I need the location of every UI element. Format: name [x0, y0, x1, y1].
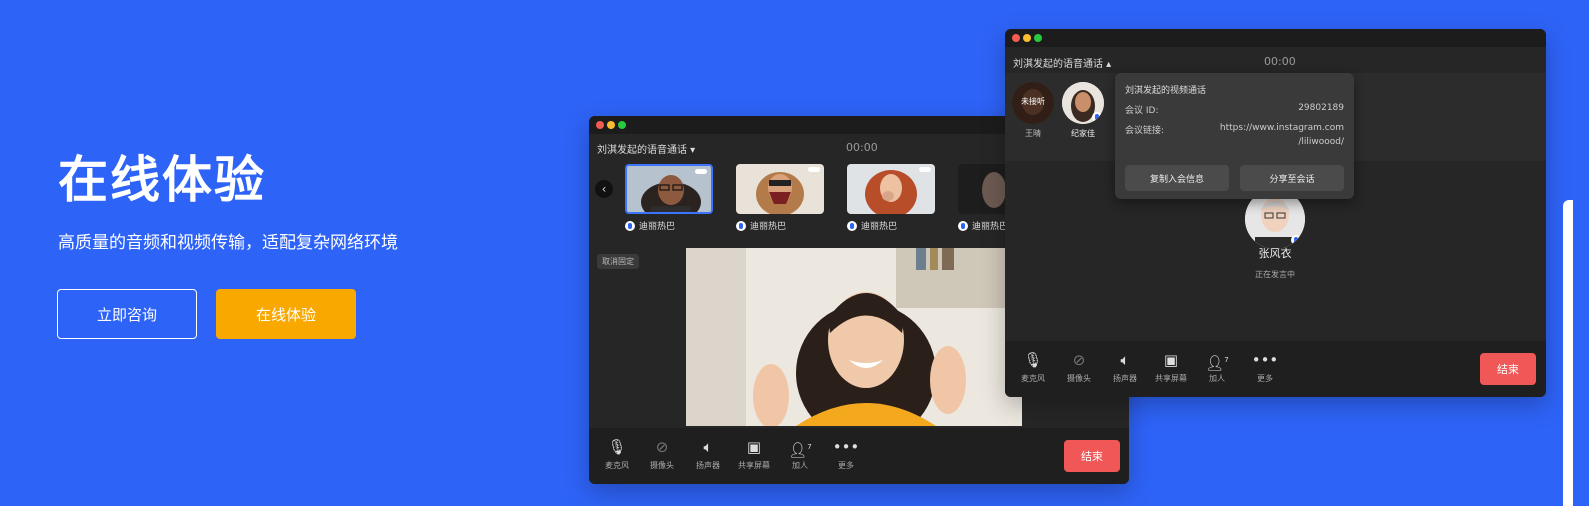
speaker-button[interactable]: 🔈︎ 扬声器 — [1105, 351, 1145, 384]
speaker-icon: 🔈︎ — [1120, 351, 1130, 369]
screen-share-icon: ▣ — [1163, 351, 1179, 369]
add-person-icon: 👤︎7 — [1205, 354, 1229, 372]
avatar[interactable]: 未接听 — [1012, 82, 1054, 124]
avatar[interactable] — [1062, 82, 1104, 124]
more-button[interactable]: ••• 更多 — [1245, 351, 1285, 384]
microphone-icon: 🎙︎ — [1023, 351, 1043, 369]
consult-button[interactable]: 立即咨询 — [57, 289, 197, 339]
copy-invite-button[interactable]: 复制入会信息 — [1125, 165, 1229, 191]
hero-subtitle: 高质量的音频和视频传输，适配复杂网络环境 — [58, 233, 398, 253]
more-icon: ••• — [1251, 351, 1279, 369]
main-video — [686, 248, 1022, 426]
add-person-button[interactable]: 👤︎7 加人 — [1197, 351, 1237, 384]
voice-call-window: 刘淇发起的语音通话 ▴ 00:00 未接听 王晴 纪家佳 张风衣 正在发言中 刘… — [1005, 29, 1546, 397]
participant-name: 迪丽热巴 — [625, 219, 675, 232]
zoom-dot[interactable] — [1034, 34, 1042, 42]
try-online-button[interactable]: 在线体验 — [216, 289, 356, 339]
speaker-name: 张风衣 — [1258, 247, 1292, 260]
minimize-dot[interactable] — [607, 121, 615, 129]
participant-thumb[interactable] — [736, 164, 824, 214]
zoom-dot[interactable] — [618, 121, 626, 129]
mic-icon — [847, 220, 857, 231]
meeting-link-label: 会议链接: — [1125, 126, 1165, 136]
add-person-icon: 👤︎7 — [788, 441, 812, 459]
mic-icon — [625, 220, 635, 231]
call-title[interactable]: 刘淇发起的语音通话 ▾ — [597, 141, 695, 156]
member-name: 纪家佳 — [1071, 129, 1095, 138]
minimize-dot[interactable] — [1023, 34, 1031, 42]
share-to-chat-button[interactable]: 分享至会话 — [1240, 165, 1344, 191]
participant-thumb[interactable] — [847, 164, 935, 214]
close-dot[interactable] — [596, 121, 604, 129]
speaker-video — [686, 248, 1022, 426]
call-title[interactable]: 刘淇发起的语音通话 ▴ — [1013, 55, 1111, 70]
camera-button[interactable]: ⊘ 摄像头 — [1059, 351, 1099, 384]
participant-name: 迪丽热巴 — [736, 219, 786, 232]
window-titlebar — [1005, 29, 1546, 47]
speaker-icon: 🔈︎ — [703, 438, 713, 456]
mic-icon — [736, 220, 746, 231]
mic-icon — [958, 220, 968, 231]
call-toolbar: 🎙︎ 麦克风 ⊘ 摄像头 🔈︎ 扬声器 ▣ 共享屏幕 👤︎7 加人 ••• 更多… — [589, 428, 1129, 484]
share-screen-button[interactable]: ▣ 共享屏幕 — [734, 438, 774, 471]
participant-name: 迪丽热巴 — [847, 219, 897, 232]
unpin-button[interactable]: 取消固定 — [597, 254, 639, 269]
more-button[interactable]: ••• 更多 — [826, 438, 866, 471]
participant-name: 迪丽热巴 — [958, 219, 1008, 232]
call-toolbar: 🎙︎ 麦克风 ⊘ 摄像头 🔈︎ 扬声器 ▣ 共享屏幕 👤︎7 加人 ••• 更多… — [1005, 341, 1546, 397]
call-timer: 00:00 — [1264, 55, 1296, 68]
call-timer: 00:00 — [846, 141, 878, 154]
camera-button[interactable]: ⊘ 摄像头 — [642, 438, 682, 471]
speaker-status: 正在发言中 — [1255, 270, 1295, 279]
side-panel-edge — [1563, 200, 1573, 506]
hero-title: 在线体验 — [58, 151, 266, 209]
meeting-id-label: 会议 ID: — [1125, 106, 1159, 116]
meeting-link-value[interactable]: https://www.instagram.com/liliwoood/ — [1220, 121, 1344, 149]
mic-icon — [1092, 112, 1102, 122]
camera-off-icon: ⊘ — [1072, 351, 1086, 369]
mic-icon — [1291, 235, 1301, 245]
speaker-button[interactable]: 🔈︎ 扬声器 — [688, 438, 728, 471]
popup-title: 刘淇发起的视频通话 — [1125, 86, 1207, 96]
meeting-id-value: 29802189 — [1298, 103, 1344, 113]
microphone-icon: 🎙︎ — [607, 438, 627, 456]
more-icon: ••• — [832, 438, 860, 456]
participant-thumb[interactable] — [625, 164, 713, 214]
screen-share-icon: ▣ — [746, 438, 762, 456]
camera-off-icon: ⊘ — [655, 438, 669, 456]
end-call-button[interactable]: 结束 — [1064, 440, 1120, 472]
prev-participants-button[interactable]: ‹ — [595, 180, 613, 198]
mic-button[interactable]: 🎙︎ 麦克风 — [597, 438, 637, 471]
end-call-button[interactable]: 结束 — [1480, 353, 1536, 385]
mic-button[interactable]: 🎙︎ 麦克风 — [1013, 351, 1053, 384]
share-screen-button[interactable]: ▣ 共享屏幕 — [1151, 351, 1191, 384]
meeting-info-popup: 刘淇发起的视频通话 会议 ID: 29802189 会议链接: https://… — [1115, 73, 1354, 199]
close-dot[interactable] — [1012, 34, 1020, 42]
add-person-button[interactable]: 👤︎7 加人 — [780, 438, 820, 471]
not-answered-label: 未接听 — [1021, 97, 1045, 106]
member-name: 王晴 — [1025, 129, 1041, 138]
